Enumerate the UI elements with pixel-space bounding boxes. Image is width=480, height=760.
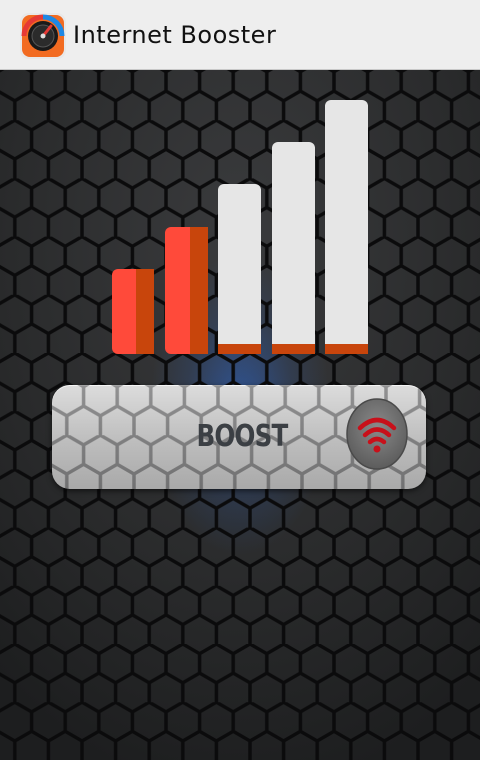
signal-bars	[112, 100, 368, 354]
signal-bar-5	[325, 100, 368, 354]
booster-panel: BOOST	[0, 70, 480, 760]
wifi-icon[interactable]	[346, 398, 408, 470]
speedometer-icon	[20, 13, 66, 59]
signal-bar-1	[112, 269, 154, 354]
signal-bar-2	[165, 227, 208, 354]
signal-bar-3	[218, 184, 261, 354]
app-window: Internet Booster BOOST	[0, 0, 480, 760]
boost-button[interactable]: BOOST	[52, 385, 426, 489]
signal-bar-4	[272, 142, 315, 354]
title-bar: Internet Booster	[0, 0, 480, 70]
boost-label: BOOST	[196, 419, 289, 454]
app-title: Internet Booster	[73, 21, 277, 49]
